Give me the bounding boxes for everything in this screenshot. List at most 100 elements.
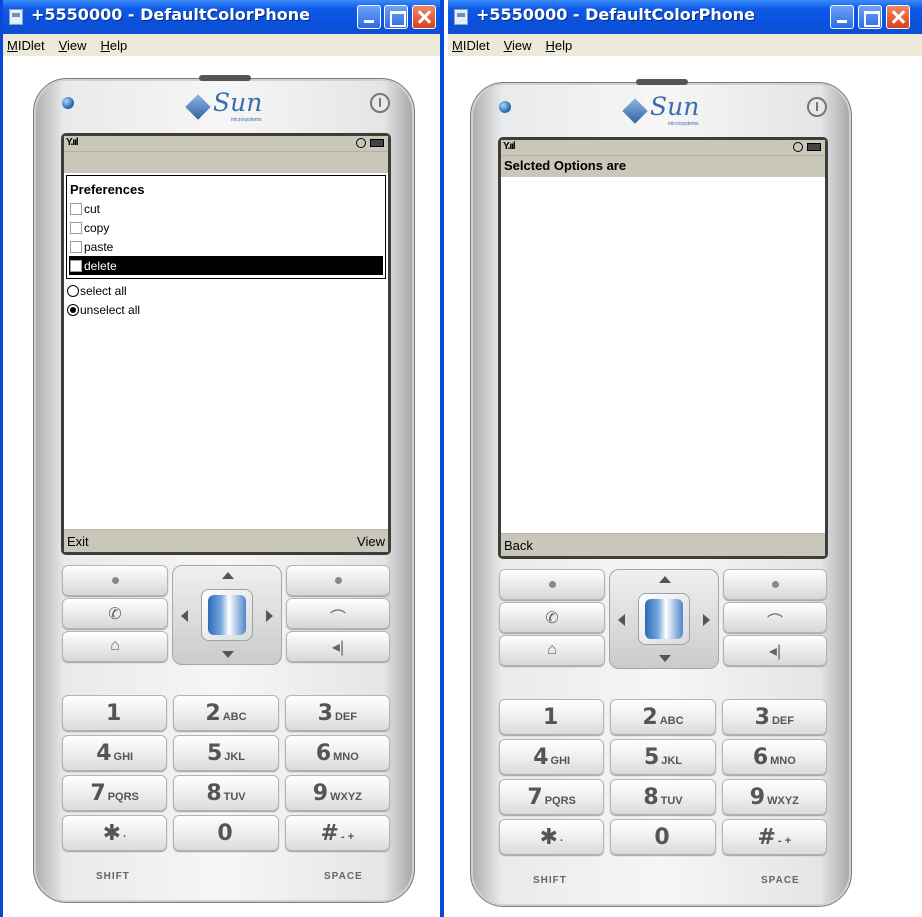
key-0[interactable]: 0 <box>173 815 279 851</box>
window-title: +5550000 - DefaultColorPhone <box>476 5 755 24</box>
radio-on-icon[interactable] <box>67 303 79 316</box>
key-9[interactable]: 9 WXYZ <box>721 779 827 815</box>
key-2[interactable]: 2 ABC <box>610 699 716 735</box>
nav-pad[interactable] <box>172 565 282 665</box>
checkbox-label: cut <box>84 201 101 216</box>
title-bar[interactable]: +5550000 - DefaultColorPhone <box>448 0 922 34</box>
key-8[interactable]: 8 TUV <box>173 775 279 811</box>
emulator-window-1: +5550000 - DefaultColorPhone MIDlet View… <box>0 0 444 917</box>
checkbox-copy[interactable]: copy <box>69 218 383 237</box>
power-button-icon[interactable] <box>807 97 827 117</box>
back-icon: ◂| <box>331 639 345 656</box>
title-bar[interactable]: +5550000 - DefaultColorPhone <box>3 0 440 34</box>
key-7[interactable]: 7 PQRS <box>499 779 605 815</box>
clear-key[interactable]: ◂| <box>286 631 390 662</box>
key-8[interactable]: 8 TUV <box>610 779 716 815</box>
maximize-icon[interactable] <box>384 5 408 29</box>
close-icon[interactable] <box>412 5 436 29</box>
key-hash[interactable]: # - + <box>721 819 827 855</box>
left-soft-key[interactable] <box>62 565 168 596</box>
right-soft-key[interactable] <box>723 569 827 600</box>
call-key[interactable]: ✆ <box>62 598 168 629</box>
checkbox-paste[interactable]: paste <box>69 237 383 256</box>
nav-left-icon[interactable] <box>181 610 188 622</box>
nav-up-icon[interactable] <box>222 572 234 579</box>
checkbox-delete[interactable]: delete <box>69 256 383 275</box>
dot-icon <box>111 577 119 584</box>
minimize-icon[interactable] <box>357 5 381 29</box>
sun-logo: Sun microsystems <box>185 88 279 126</box>
phone-icon: ✆ <box>545 610 559 627</box>
minimize-icon[interactable] <box>830 5 854 29</box>
menu-midlet[interactable]: MIDlet <box>452 38 490 53</box>
clear-key[interactable]: ◂| <box>723 635 827 666</box>
radio-unselect-all[interactable]: unselect all <box>64 300 388 319</box>
key-4[interactable]: 4 GHI <box>62 735 168 771</box>
checkbox-icon[interactable] <box>70 202 82 215</box>
camera-icon <box>499 101 511 113</box>
key-1[interactable]: 1 <box>499 699 605 735</box>
select-jewel-icon <box>208 595 246 635</box>
key-3[interactable]: 3 DEF <box>721 699 827 735</box>
key-6[interactable]: 6 MNO <box>721 739 827 775</box>
menu-midlet[interactable]: MIDlet <box>7 38 45 53</box>
soft-label-back[interactable]: Back <box>504 538 533 553</box>
menu-view[interactable]: View <box>504 38 532 53</box>
menu-view[interactable]: View <box>59 38 87 53</box>
radio-off-icon[interactable] <box>67 284 79 297</box>
soft-label-exit[interactable]: Exit <box>67 534 89 549</box>
maximize-icon[interactable] <box>858 5 882 29</box>
menu-help[interactable]: Help <box>546 38 573 53</box>
radio-label: select all <box>80 283 127 298</box>
nav-down-icon[interactable] <box>659 655 671 662</box>
key-9[interactable]: 9 WXYZ <box>284 775 390 811</box>
nav-pad[interactable] <box>609 569 719 669</box>
key-5[interactable]: 5 JKL <box>173 735 279 771</box>
menu-bar: MIDlet View Help <box>3 34 440 56</box>
end-key[interactable]: ⌒ <box>723 602 827 633</box>
right-soft-key[interactable] <box>286 565 390 596</box>
earpiece <box>199 75 251 81</box>
nav-right-icon[interactable] <box>266 610 273 622</box>
key-1[interactable]: 1 <box>62 695 168 731</box>
key-4[interactable]: 4 GHI <box>499 739 605 775</box>
key-3[interactable]: 3 DEF <box>284 695 390 731</box>
key-hash[interactable]: # - + <box>284 815 390 851</box>
emulator-window-2: +5550000 - DefaultColorPhone MIDlet View… <box>448 0 922 917</box>
key-2[interactable]: 2 ABC <box>173 695 279 731</box>
select-jewel-icon <box>645 599 683 639</box>
key-6[interactable]: 6 MNO <box>284 735 390 771</box>
key-7[interactable]: 7 PQRS <box>62 775 168 811</box>
end-key[interactable]: ⌒ <box>286 598 390 629</box>
signal-icon: Y.ııl <box>503 141 516 152</box>
close-icon[interactable] <box>886 5 910 29</box>
left-soft-key[interactable] <box>499 569 605 600</box>
key-star[interactable]: ✱ · <box>62 815 168 851</box>
soft-label-view[interactable]: View <box>357 534 385 549</box>
dot-icon <box>334 577 342 584</box>
select-key[interactable] <box>638 593 690 645</box>
clock-icon <box>793 142 803 152</box>
key-0[interactable]: 0 <box>610 819 716 855</box>
call-key[interactable]: ✆ <box>499 602 605 633</box>
nav-up-icon[interactable] <box>659 576 671 583</box>
screen-bezel: Y.ııl Selcted Options are Back <box>498 137 828 559</box>
key-5[interactable]: 5 JKL <box>610 739 716 775</box>
screen-title: Selcted Options are <box>501 156 825 177</box>
checkbox-icon[interactable] <box>70 240 82 253</box>
signal-icon: Y.ııl <box>66 137 79 148</box>
nav-left-icon[interactable] <box>618 614 625 626</box>
home-key[interactable]: ⌂ <box>62 631 168 662</box>
home-key[interactable]: ⌂ <box>499 635 605 666</box>
nav-down-icon[interactable] <box>222 651 234 658</box>
radio-select-all[interactable]: select all <box>64 281 388 300</box>
checkbox-icon[interactable] <box>70 221 82 234</box>
power-button-icon[interactable] <box>370 93 390 113</box>
checkbox-cut[interactable]: cut <box>69 199 383 218</box>
key-star[interactable]: ✱ · <box>499 819 605 855</box>
menu-help[interactable]: Help <box>101 38 128 53</box>
checkbox-icon[interactable] <box>70 259 82 272</box>
select-key[interactable] <box>201 589 253 641</box>
nav-right-icon[interactable] <box>703 614 710 626</box>
checkbox-label: paste <box>84 239 114 254</box>
